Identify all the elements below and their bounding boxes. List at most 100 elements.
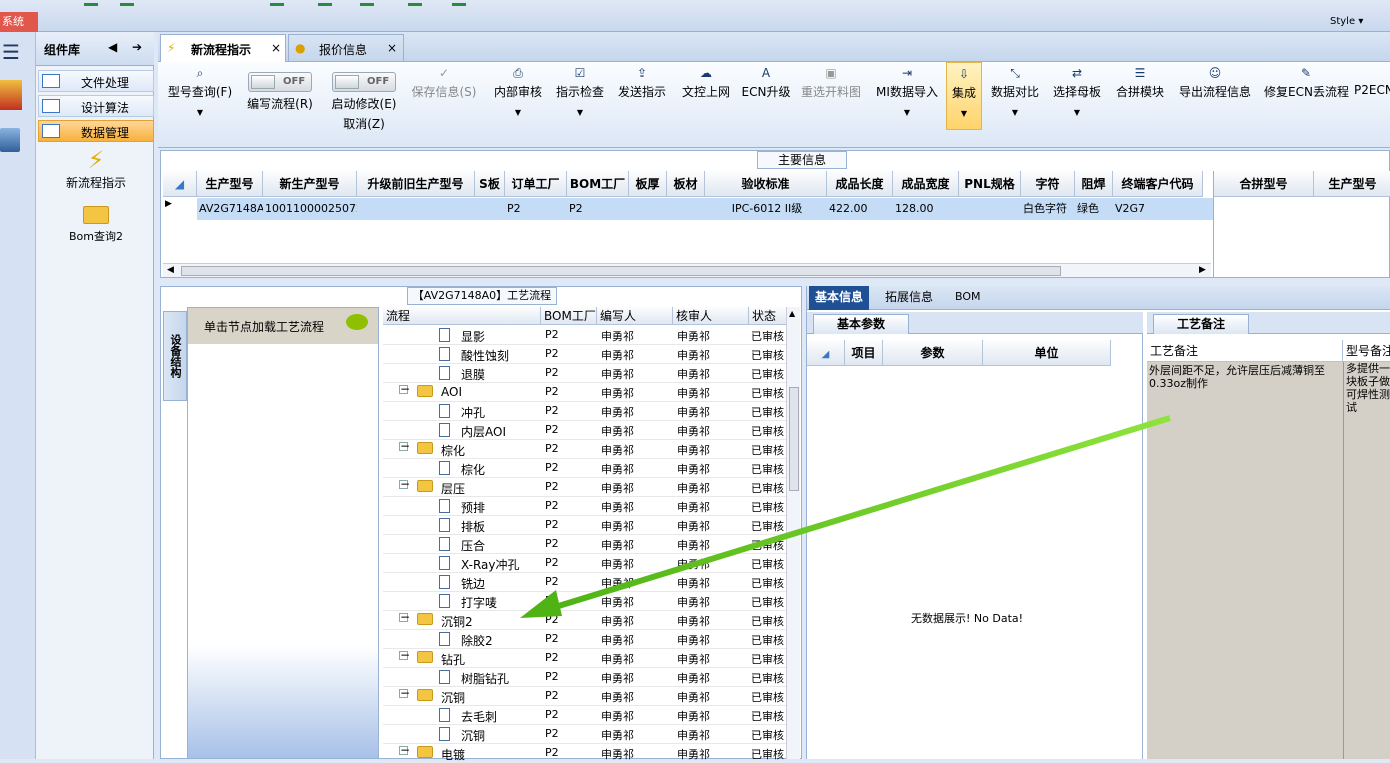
doc-control-online-button[interactable]: ☁ 文控上网 (678, 62, 734, 134)
integration-button[interactable]: ⇩ 集成 ▼ (946, 62, 982, 130)
grid-cell[interactable]: AV2G7148A0 (197, 199, 263, 219)
comp-item-design-algorithm[interactable]: 设计算法 (38, 95, 154, 117)
comp-item-file-processing[interactable]: 文件处理 (38, 70, 154, 92)
tree-row[interactable]: 内层AOI P2 申勇祁 申勇祁 已审核 (383, 421, 788, 440)
tab-quote-info[interactable]: ● 报价信息 × (288, 34, 404, 62)
grid-cell[interactable]: 10011000025072 (263, 199, 357, 219)
grid-cell[interactable]: 422.00 (827, 199, 893, 219)
menu-icon[interactable]: ☰ (2, 40, 20, 64)
scroll-thumb[interactable] (181, 266, 1061, 276)
calendar-icon[interactable] (0, 128, 20, 152)
grid-cell[interactable] (475, 199, 505, 219)
col-header[interactable]: 字符 (1021, 171, 1075, 197)
tree-row[interactable]: 除胶2 P2 申勇祁 申勇祁 已审核 (383, 630, 788, 649)
tree-row[interactable]: − 棕化 P2 申勇祁 申勇祁 已审核 (383, 440, 788, 459)
start-modify-toggle[interactable]: OFF 启动修改(E) 取消(Z) (324, 62, 404, 134)
model-memo-text[interactable]: 多提供一块板子做可焊性测试 (1343, 362, 1390, 759)
memo-tab[interactable]: 工艺备注 (1153, 314, 1249, 334)
tile-bom-query[interactable]: Bom查询2 (58, 206, 134, 256)
quick-chart-icon[interactable] (360, 0, 374, 6)
save-info-button[interactable]: ✓ 保存信息(S) (410, 62, 478, 134)
col-header[interactable]: 单位 (983, 340, 1111, 366)
col-header[interactable]: 状态 (749, 307, 791, 325)
grid-cell[interactable]: 白色字符 (1021, 199, 1075, 219)
style-menu[interactable]: Style ▾ (1330, 16, 1363, 27)
tree-row[interactable]: 预排 P2 申勇祁 申勇祁 已审核 (383, 497, 788, 516)
system-menu-button[interactable]: 系统 (0, 12, 38, 32)
grid-cell[interactable]: 绿色 (1075, 199, 1113, 219)
grid-cell[interactable]: P2 (567, 199, 629, 219)
tree-row[interactable]: − 沉铜2 P2 申勇祁 申勇祁 已审核 (383, 611, 788, 630)
col-header[interactable]: 合拼型号 (1214, 171, 1314, 197)
col-header[interactable]: 成品宽度 (893, 171, 959, 197)
tree-row[interactable]: 压合 P2 申勇祁 申勇祁 已审核 (383, 535, 788, 554)
scroll-thumb[interactable] (789, 387, 799, 491)
grid-cell[interactable] (357, 199, 475, 219)
grid-cell[interactable] (629, 199, 667, 219)
collapse-icon[interactable]: − (399, 478, 410, 490)
grid-cell[interactable]: V2G7 (1113, 199, 1203, 219)
tree-row[interactable]: 排板 P2 申勇祁 申勇祁 已审核 (383, 516, 788, 535)
repair-ecn-process-button[interactable]: ✎ 修复ECN丢流程 (1264, 62, 1349, 134)
col-header[interactable]: 订单工厂 (505, 171, 567, 197)
col-header[interactable]: 生产型号 (197, 171, 263, 197)
tree-row[interactable]: 树脂钻孔 P2 申勇祁 申勇祁 已审核 (383, 668, 788, 687)
tab-basic-info[interactable]: 基本信息 (809, 286, 870, 310)
col-header[interactable]: 终端客户代码 (1113, 171, 1203, 197)
export-process-info-button[interactable]: ☺ 导出流程信息 (1176, 62, 1254, 134)
tree-row[interactable]: X-Ray冲孔 P2 申勇祁 申勇祁 已审核 (383, 554, 788, 573)
tree-row[interactable]: 去毛刺 P2 申勇祁 申勇祁 已审核 (383, 706, 788, 725)
collapse-icon[interactable]: − (399, 440, 410, 452)
comp-item-data-management[interactable]: 数据管理 (38, 120, 154, 142)
scroll-right-icon[interactable]: ▶ (1199, 265, 1206, 275)
col-header[interactable]: PNL规格 (959, 171, 1021, 197)
toggle-switch[interactable]: OFF (248, 72, 312, 92)
grid-cell[interactable] (667, 199, 705, 219)
col-header[interactable]: 项目 (845, 340, 883, 366)
collapse-icon[interactable]: − (399, 649, 410, 661)
quick-print-icon[interactable] (318, 0, 332, 6)
ribbon-sublabel[interactable]: 取消(Z) (324, 115, 404, 132)
close-icon[interactable]: × (271, 41, 281, 55)
edit-process-toggle[interactable]: OFF 编写流程(R) (242, 62, 318, 134)
internal-review-button[interactable]: ⎙ 内部审核 ▼ (490, 62, 546, 134)
col-header[interactable]: S板 (475, 171, 505, 197)
tile-new-process[interactable]: ⚡ 新流程指示 (58, 146, 134, 196)
process-memo-text[interactable]: 外层间距不足，允许层压后减薄铜至0.33oz制作 (1147, 362, 1343, 759)
collapse-icon[interactable]: − (399, 611, 410, 623)
quick-search-icon[interactable] (84, 0, 98, 6)
tree-row[interactable]: 沉铜 P2 申勇祁 申勇祁 已审核 (383, 725, 788, 744)
quick-refresh-icon[interactable] (408, 0, 422, 6)
collapse-icon[interactable]: − (399, 744, 410, 756)
reselect-cutting-map-button[interactable]: ▣ 重选开料图 (798, 62, 864, 134)
collapse-icon[interactable]: − (399, 687, 410, 699)
tab-bom[interactable]: BOM (949, 286, 987, 310)
col-header[interactable]: 型号备注 (1343, 340, 1390, 362)
tree-row[interactable]: − 钻孔 P2 申勇祁 申勇祁 已审核 (383, 649, 788, 668)
col-header[interactable]: 板材 (667, 171, 705, 197)
scroll-up-icon[interactable]: ▲ (789, 309, 795, 318)
grid-cell[interactable]: P2 (505, 199, 567, 219)
p2ecn-button[interactable]: P2ECN (1354, 62, 1390, 134)
grid-cell[interactable]: IPC-6012 II级 (705, 199, 827, 219)
col-header[interactable]: 验收标准 (705, 171, 827, 197)
tab-extended-info[interactable]: 拓展信息 (879, 286, 939, 310)
tree-row[interactable]: 酸性蚀刻 P2 申勇祁 申勇祁 已审核 (383, 345, 788, 364)
tree-row[interactable]: 显影 P2 申勇祁 申勇祁 已审核 (383, 326, 788, 345)
col-header[interactable]: 工艺备注 (1147, 340, 1343, 362)
col-header[interactable]: 成品长度 (827, 171, 893, 197)
col-header[interactable]: 流程 (383, 307, 541, 325)
collapse-left-icon[interactable]: ◀ (108, 40, 117, 54)
collapse-icon[interactable]: − (399, 383, 410, 395)
tree-row[interactable]: 铣边 P2 申勇祁 申勇祁 已审核 (383, 573, 788, 592)
tree-row[interactable]: 冲孔 P2 申勇祁 申勇祁 已审核 (383, 402, 788, 421)
basic-params-tab[interactable]: 基本参数 (813, 314, 909, 334)
tree-row[interactable]: − 沉铜 P2 申勇祁 申勇祁 已审核 (383, 687, 788, 706)
model-query-button[interactable]: ⌕ 型号查询(F) ▼ (162, 62, 238, 134)
col-header[interactable]: 板厚 (629, 171, 667, 197)
tree-row[interactable]: 棕化 P2 申勇祁 申勇祁 已审核 (383, 459, 788, 478)
scroll-left-icon[interactable]: ◀ (167, 265, 174, 275)
combine-module-button[interactable]: ☰ 合拼模块 (1114, 62, 1166, 134)
quick-export-icon[interactable] (452, 0, 466, 6)
horizontal-scrollbar[interactable]: ◀ ▶ (163, 263, 1211, 277)
